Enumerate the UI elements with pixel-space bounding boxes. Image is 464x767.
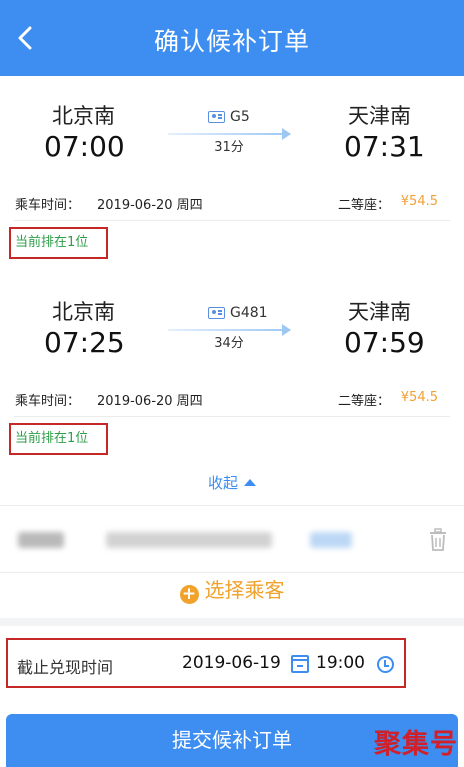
date-label: 乘车时间： bbox=[15, 198, 81, 213]
blurred-passenger-name bbox=[18, 532, 64, 548]
route-arrow bbox=[168, 128, 291, 140]
trip-info-row: 乘车时间： 2019-06-20 周四 二等座： ¥54.5 bbox=[15, 194, 438, 213]
train-card: 北京南 07:25 G481 34分 天津南 07:59 乘车时间： 2019-… bbox=[0, 282, 464, 477]
deadline-time[interactable]: 19:00 bbox=[316, 653, 365, 673]
ticket-price: ¥54.5 bbox=[400, 194, 438, 209]
calendar-icon[interactable] bbox=[291, 655, 309, 673]
arrival-time: 07:59 bbox=[344, 326, 425, 359]
page-title: 确认候补订单 bbox=[153, 27, 310, 56]
arrival-time: 07:31 bbox=[344, 130, 425, 163]
departure-time: 07:00 bbox=[44, 130, 125, 163]
seat-type: 二等座： bbox=[337, 198, 390, 213]
deadline-label: 截止兑现时间 bbox=[17, 658, 114, 677]
divider bbox=[14, 416, 450, 417]
clock-icon[interactable] bbox=[377, 656, 394, 673]
arrival-station: 天津南 bbox=[348, 104, 411, 128]
caret-up-icon bbox=[244, 479, 256, 486]
deadline-date[interactable]: 2019-06-19 bbox=[182, 653, 281, 673]
select-passenger-label: 选择乘客 bbox=[204, 578, 285, 602]
trip-duration: 34分 bbox=[214, 336, 244, 351]
ticket-price: ¥54.5 bbox=[400, 390, 438, 405]
departure-station: 北京南 bbox=[52, 300, 115, 324]
trip-info-row: 乘车时间： 2019-06-20 周四 二等座： ¥54.5 bbox=[15, 390, 438, 409]
app-header: 确认候补订单 bbox=[0, 0, 464, 76]
passenger-row[interactable] bbox=[0, 505, 464, 573]
train-card: 北京南 07:00 G5 31分 天津南 07:31 乘车时间： 2019-06… bbox=[0, 86, 464, 281]
train-route: G5 31分 bbox=[168, 100, 291, 160]
departure-station: 北京南 bbox=[52, 104, 115, 128]
trash-icon[interactable] bbox=[428, 528, 448, 552]
queue-status: 当前排在1位 bbox=[9, 227, 108, 259]
train-number: G5 bbox=[230, 109, 250, 125]
plus-circle-icon: + bbox=[179, 585, 199, 604]
trip-duration: 31分 bbox=[214, 140, 244, 155]
collapse-label: 收起 bbox=[207, 474, 238, 492]
queue-status: 当前排在1位 bbox=[9, 423, 108, 455]
deadline-row[interactable]: 截止兑现时间 2019-06-19 19:00 bbox=[6, 638, 406, 688]
date-label: 乘车时间： bbox=[15, 394, 81, 409]
route-arrow bbox=[168, 324, 291, 336]
travel-date: 2019-06-20 周四 bbox=[97, 198, 203, 213]
train-number: G481 bbox=[230, 305, 268, 321]
train-route: G481 34分 bbox=[168, 296, 291, 356]
departure-time: 07:25 bbox=[44, 326, 125, 359]
section-separator bbox=[0, 618, 464, 626]
travel-date: 2019-06-20 周四 bbox=[97, 394, 203, 409]
ticket-icon bbox=[208, 307, 225, 319]
divider bbox=[14, 220, 450, 221]
watermark-logo: 聚集号 bbox=[374, 729, 458, 760]
blurred-passenger-id bbox=[106, 532, 272, 548]
blurred-passenger-type bbox=[310, 532, 352, 548]
seat-type: 二等座： bbox=[337, 394, 390, 409]
ticket-icon bbox=[208, 111, 225, 123]
arrival-station: 天津南 bbox=[348, 300, 411, 324]
select-passenger-button[interactable]: + 选择乘客 bbox=[0, 574, 464, 612]
collapse-button[interactable]: 收起 bbox=[0, 472, 464, 493]
